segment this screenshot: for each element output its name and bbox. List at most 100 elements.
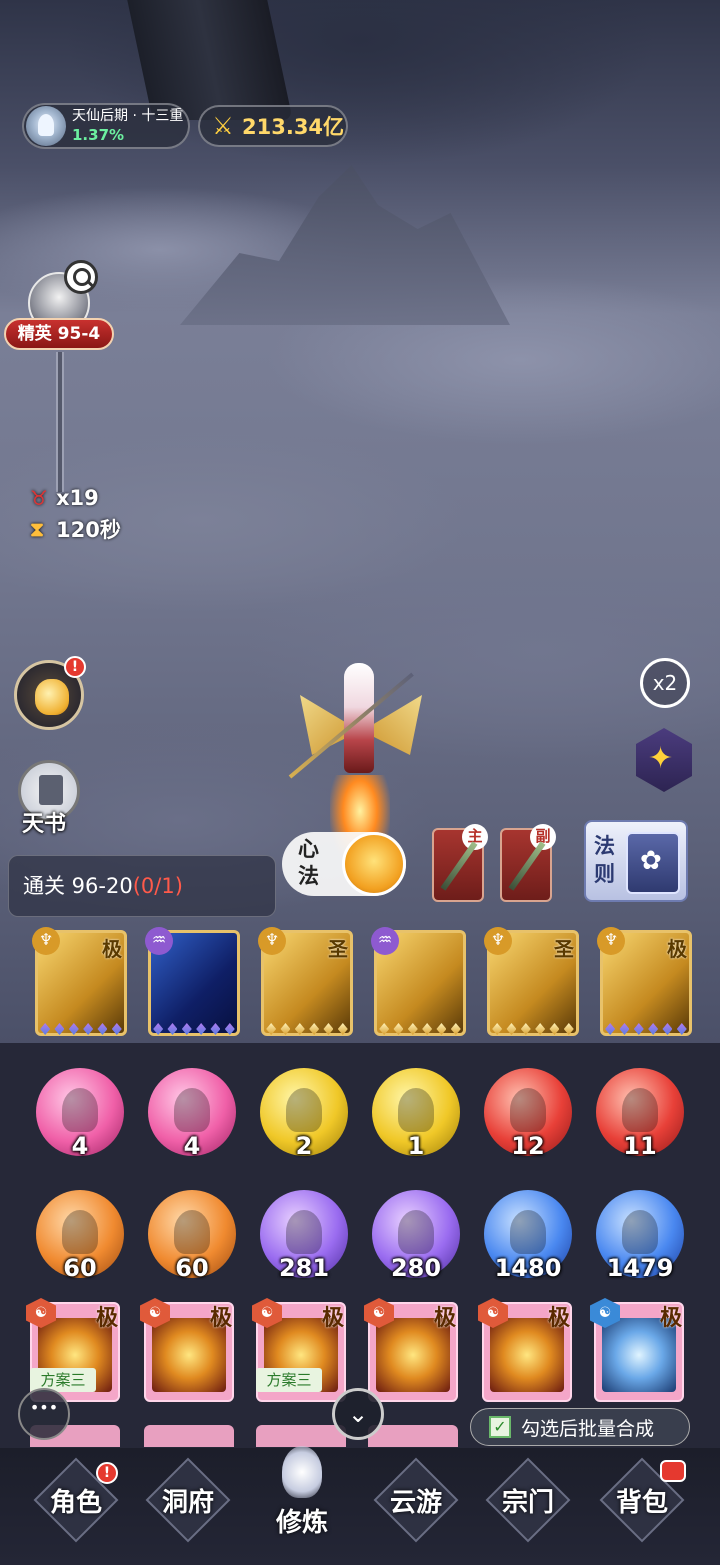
sword-class-icon: ♆ bbox=[484, 927, 512, 955]
nav-bag[interactable]: 背包 bbox=[594, 1457, 690, 1546]
equipment-card[interactable]: ☯ 极 bbox=[590, 1298, 684, 1402]
nav-cultivate[interactable]: 修炼 bbox=[254, 1446, 350, 1546]
bag-alert-badge: ! bbox=[64, 656, 86, 678]
combat-power[interactable]: ⚔ 213.34亿 bbox=[198, 105, 348, 147]
batch-merge-label: 勾选后批量合成 bbox=[521, 1417, 655, 1440]
nav-role-label: 角色 bbox=[49, 1488, 102, 1518]
skill-slot[interactable]: ♒ bbox=[145, 927, 240, 1036]
nav-travel-label: 云游 bbox=[389, 1488, 442, 1518]
equipment-card[interactable]: ☯ 极 bbox=[140, 1298, 234, 1402]
stage-timer: ⧗ 120秒 bbox=[30, 514, 121, 544]
enemy-count: ♉ x19 bbox=[30, 486, 99, 510]
skill-grade: 极 bbox=[667, 937, 687, 961]
nav-cave-label: 洞府 bbox=[161, 1488, 214, 1518]
equipment-card[interactable]: ☯ 极方案三 bbox=[252, 1298, 346, 1402]
skill-bar: ♆ 极 ♒ ♆ 圣 ♒ ♆ 圣 ♆ 极 bbox=[0, 922, 720, 1050]
batch-merge-toggle[interactable]: ✓ 勾选后批量合成 bbox=[470, 1408, 690, 1446]
player-character bbox=[288, 655, 430, 865]
skill-slot[interactable]: ♒ bbox=[371, 927, 466, 1036]
pill-count: 1 bbox=[407, 1132, 425, 1160]
role-alert-badge: ! bbox=[96, 1462, 118, 1484]
pill-count: 280 bbox=[390, 1254, 442, 1282]
chevron-down-icon[interactable]: ⌄ bbox=[332, 1388, 384, 1440]
rules-button[interactable]: 法则 bbox=[584, 820, 688, 902]
pill-count: 60 bbox=[63, 1254, 97, 1282]
off-weapon-tag: 副 bbox=[530, 824, 556, 850]
equipment-card[interactable]: ☯ 极 bbox=[364, 1298, 458, 1402]
mind-method-label: 心法 bbox=[298, 837, 319, 888]
realm-progress: 1.37% bbox=[72, 126, 125, 144]
pill-item[interactable]: 1 bbox=[372, 1068, 460, 1166]
pill-count: 12 bbox=[511, 1132, 545, 1160]
quest-tracker[interactable]: 通关 96-20(0/1) bbox=[8, 855, 276, 917]
pill-count: 4 bbox=[71, 1132, 89, 1160]
floating-tower bbox=[127, 0, 293, 120]
equipment-grade: 极 bbox=[547, 1306, 570, 1331]
pill-item[interactable]: 280 bbox=[372, 1190, 460, 1288]
sword-class-icon: ♆ bbox=[32, 927, 60, 955]
skill-slot[interactable]: ♆ 极 bbox=[597, 927, 692, 1036]
nav-cave[interactable]: 洞府 bbox=[140, 1457, 236, 1546]
quest-text: 通关 96-20 bbox=[23, 874, 133, 898]
pill-item[interactable]: 4 bbox=[148, 1068, 236, 1166]
heaven-book-label: 天书 bbox=[22, 812, 67, 837]
pill-item[interactable]: 1479 bbox=[596, 1190, 684, 1288]
mind-method-button[interactable]: 心法 bbox=[282, 832, 406, 896]
pill-count: 4 bbox=[183, 1132, 201, 1160]
pill-item[interactable]: 281 bbox=[260, 1190, 348, 1288]
crossed-swords-icon: ⚔ bbox=[212, 112, 234, 140]
equipment-grade: 极 bbox=[95, 1306, 118, 1331]
nav-travel[interactable]: 云游 bbox=[368, 1457, 464, 1546]
pill-count: 1479 bbox=[606, 1254, 674, 1282]
pill-count: 281 bbox=[278, 1254, 330, 1282]
demon-head-icon: ♉ bbox=[30, 486, 48, 510]
equipment-card-partial[interactable] bbox=[144, 1425, 234, 1447]
main-weapon-slot[interactable]: 主 bbox=[432, 824, 488, 902]
chat-icon[interactable] bbox=[18, 1388, 70, 1440]
off-weapon-slot[interactable]: 副 bbox=[500, 824, 556, 902]
equipment-grade: 极 bbox=[321, 1306, 344, 1331]
main-weapon-tag: 主 bbox=[462, 824, 488, 850]
bottom-nav: 角色 ! 洞府 修炼 云游 宗门 背包 bbox=[0, 1446, 720, 1565]
pill-item[interactable]: 12 bbox=[484, 1068, 572, 1166]
pill-item[interactable]: 4 bbox=[36, 1068, 124, 1166]
skill-slot[interactable]: ♆ 圣 bbox=[258, 927, 353, 1036]
skill-slot[interactable]: ♆ 圣 bbox=[484, 927, 579, 1036]
stage-timer-value: 120秒 bbox=[56, 518, 121, 542]
realm-name: 天仙后期 · 十三重 bbox=[72, 108, 184, 124]
sword-class-icon: ♆ bbox=[597, 927, 625, 955]
skill-slot[interactable]: ♆ 极 bbox=[32, 927, 127, 1036]
pagoda-class-icon: ♒ bbox=[145, 927, 173, 955]
stage-badge: 精英 95-4 bbox=[4, 318, 114, 350]
pill-count: 2 bbox=[295, 1132, 313, 1160]
combat-power-value: 213.34亿 bbox=[242, 115, 345, 139]
checkbox-icon[interactable]: ✓ bbox=[489, 1416, 511, 1438]
equipment-grade: 极 bbox=[433, 1306, 456, 1331]
pill-item[interactable]: 60 bbox=[148, 1190, 236, 1288]
bag-alert-icon bbox=[660, 1460, 686, 1482]
equipment-card[interactable]: ☯ 极 bbox=[478, 1298, 572, 1402]
stage-progress-track bbox=[56, 352, 64, 492]
pill-item[interactable]: 2 bbox=[260, 1068, 348, 1166]
pill-count: 60 bbox=[175, 1254, 209, 1282]
search-icon[interactable] bbox=[64, 260, 98, 294]
sword-class-icon: ♆ bbox=[258, 927, 286, 955]
nav-role[interactable]: 角色 ! bbox=[28, 1457, 124, 1546]
cultivator-icon bbox=[282, 1446, 322, 1498]
equipment-card-partial[interactable] bbox=[368, 1425, 458, 1447]
equipment-card-partial[interactable] bbox=[256, 1425, 346, 1447]
mind-method-orb-icon bbox=[342, 832, 406, 896]
realm-status[interactable]: 天仙后期 · 十三重 1.37% bbox=[22, 103, 190, 149]
enemy-count-value: x19 bbox=[56, 486, 99, 510]
skill-grade: 圣 bbox=[554, 937, 574, 961]
pill-item[interactable]: 1480 bbox=[484, 1190, 572, 1288]
nav-sect[interactable]: 宗门 bbox=[480, 1457, 576, 1546]
speed-toggle-button[interactable]: x2 bbox=[640, 658, 690, 708]
equipment-grade: 极 bbox=[209, 1306, 232, 1331]
plan-tag: 方案三 bbox=[256, 1368, 322, 1392]
pill-item[interactable]: 60 bbox=[36, 1190, 124, 1288]
star-icon: ✦ bbox=[648, 741, 674, 776]
pill-item[interactable]: 11 bbox=[596, 1068, 684, 1166]
rules-label: 法则 bbox=[594, 834, 615, 886]
equipment-card[interactable]: ☯ 极方案三 bbox=[26, 1298, 120, 1402]
